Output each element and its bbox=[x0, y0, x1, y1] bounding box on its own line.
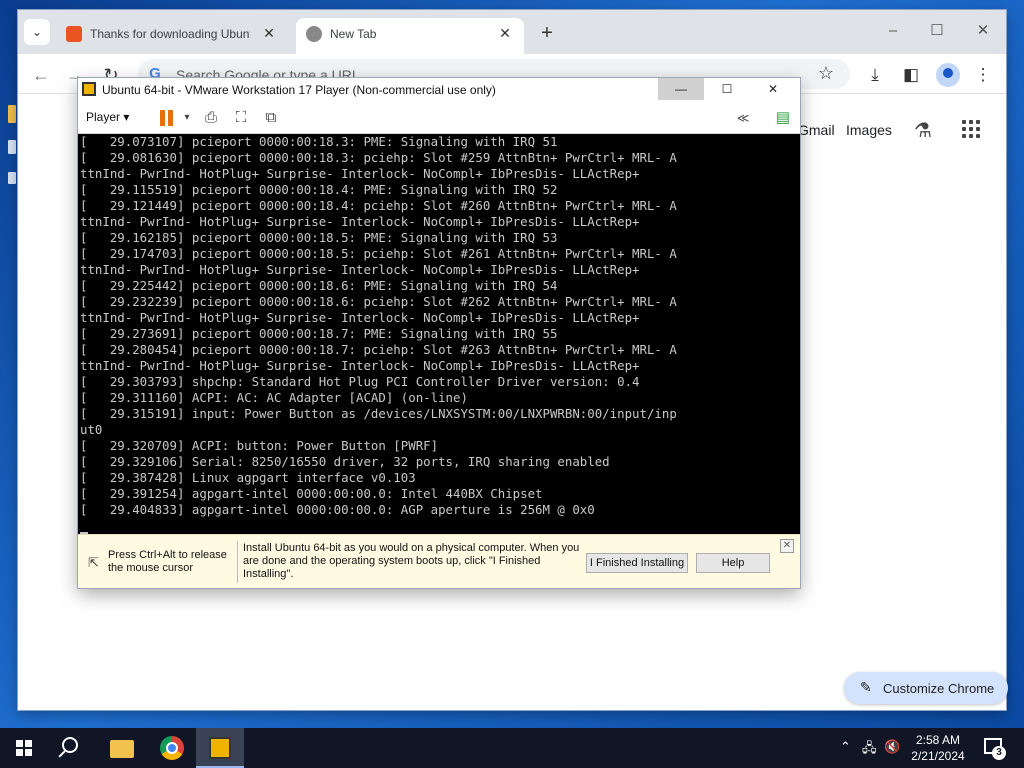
vmware-toolbar: Player ▾ ▾ ⎙ ⛶ ⧉ ≪ ▤ bbox=[78, 102, 800, 134]
ubuntu-favicon-icon bbox=[66, 26, 82, 42]
vm-maximize-icon[interactable]: ☐ bbox=[704, 78, 750, 100]
close-tab-icon[interactable]: ✕ bbox=[496, 24, 514, 42]
vmware-logo-icon bbox=[82, 82, 96, 96]
chrome-icon bbox=[160, 736, 184, 760]
close-hint-icon[interactable]: ✕ bbox=[780, 539, 794, 553]
hint-divider bbox=[237, 541, 238, 583]
maximize-icon[interactable]: ☐ bbox=[922, 18, 952, 44]
pause-icon[interactable] bbox=[156, 107, 178, 129]
clock-time: 2:58 AM bbox=[915, 733, 961, 747]
search-button[interactable] bbox=[48, 728, 96, 768]
notification-count-badge: 3 bbox=[992, 746, 1006, 760]
labs-flask-icon[interactable]: ⚗ bbox=[914, 118, 932, 143]
bookmark-star-icon[interactable]: ☆ bbox=[818, 63, 834, 84]
tab-new-tab[interactable]: New Tab ✕ bbox=[296, 18, 524, 54]
tab-search-button[interactable]: ⌄ bbox=[24, 19, 50, 45]
taskbar: ⌃ 🖧 🔇 2:58 AM 2/21/2024 3 bbox=[0, 728, 1024, 768]
install-instructions: Install Ubuntu 64-bit as you would on a … bbox=[243, 542, 580, 580]
google-apps-icon[interactable] bbox=[962, 120, 980, 138]
images-link[interactable]: Images bbox=[846, 122, 892, 138]
tab-title: Thanks for downloading Ubuntu bbox=[90, 27, 250, 41]
vm-minimize-icon[interactable]: — bbox=[658, 78, 704, 100]
vm-console[interactable]: [ 29.073107] pcieport 0000:00:18.3: PME:… bbox=[78, 134, 800, 534]
vmware-title-bar: Ubuntu 64-bit - VMware Workstation 17 Pl… bbox=[78, 78, 800, 102]
customize-chrome-button[interactable]: ✎ Customize Chrome bbox=[844, 672, 1008, 704]
release-mouse-hint: Press Ctrl+Alt to release the mouse curs… bbox=[108, 549, 227, 574]
folder-icon bbox=[110, 740, 134, 758]
desktop-icon[interactable] bbox=[8, 105, 16, 123]
side-panel-icon[interactable]: ◧ bbox=[898, 62, 924, 88]
tab-ubuntu-download[interactable]: Thanks for downloading Ubuntu ✕ bbox=[56, 18, 288, 54]
clock-date: 2/21/2024 bbox=[911, 749, 965, 763]
pause-dropdown-icon[interactable]: ▾ bbox=[176, 107, 198, 129]
collapse-toolbar-icon[interactable]: ≪ bbox=[732, 107, 754, 129]
send-ctrl-alt-del-icon[interactable]: ⎙ bbox=[200, 107, 222, 129]
search-icon bbox=[62, 737, 78, 753]
volume-muted-icon[interactable]: 🔇 bbox=[884, 739, 900, 755]
profile-avatar-icon[interactable] bbox=[936, 63, 960, 87]
customize-chrome-label: Customize Chrome bbox=[883, 681, 995, 696]
pencil-icon: ✎ bbox=[860, 679, 872, 695]
back-icon[interactable]: ← bbox=[28, 62, 54, 88]
vmware-window-title: Ubuntu 64-bit - VMware Workstation 17 Pl… bbox=[102, 83, 496, 97]
tray-chevron-icon[interactable]: ⌃ bbox=[840, 739, 851, 755]
network-icon[interactable]: 🖧 bbox=[862, 739, 877, 761]
start-button[interactable] bbox=[0, 728, 48, 768]
mouse-cursor-icon: ⇱ bbox=[88, 555, 99, 570]
taskbar-file-explorer[interactable] bbox=[98, 728, 146, 768]
minimize-icon[interactable]: – bbox=[878, 18, 908, 44]
system-clock[interactable]: 2:58 AM 2/21/2024 bbox=[900, 732, 976, 764]
new-tab-button[interactable]: + bbox=[534, 21, 560, 47]
close-window-icon[interactable]: ✕ bbox=[968, 18, 998, 44]
gmail-link[interactable]: Gmail bbox=[798, 122, 835, 138]
windows-logo-icon bbox=[16, 740, 32, 756]
player-menu[interactable]: Player ▾ bbox=[86, 110, 129, 124]
help-button[interactable]: Help bbox=[696, 553, 770, 573]
desktop-icon[interactable] bbox=[8, 140, 16, 154]
download-icon[interactable]: ⤓ bbox=[862, 62, 888, 88]
i-finished-installing-button[interactable]: I Finished Installing bbox=[586, 553, 688, 573]
desktop-icon[interactable] bbox=[8, 172, 16, 184]
taskbar-vmware[interactable] bbox=[196, 728, 244, 768]
install-hint-bar: ⇱ Press Ctrl+Alt to release the mouse cu… bbox=[78, 534, 800, 588]
fullscreen-icon[interactable]: ⛶ bbox=[230, 107, 252, 129]
console-output: [ 29.073107] pcieport 0000:00:18.3: PME:… bbox=[80, 134, 677, 517]
tab-strip: ⌄ Thanks for downloading Ubuntu ✕ New Ta… bbox=[18, 10, 1006, 54]
player-menu-label: Player bbox=[86, 110, 121, 124]
vmware-icon bbox=[209, 737, 231, 759]
close-tab-icon[interactable]: ✕ bbox=[260, 24, 278, 42]
tab-title: New Tab bbox=[330, 27, 377, 41]
vm-close-icon[interactable]: ✕ bbox=[750, 78, 796, 100]
notes-icon[interactable]: ▤ bbox=[772, 107, 794, 129]
taskbar-chrome[interactable] bbox=[148, 728, 196, 768]
menu-kebab-icon[interactable]: ⋮ bbox=[970, 62, 996, 88]
unity-icon[interactable]: ⧉ bbox=[260, 107, 282, 129]
vmware-player-window: Ubuntu 64-bit - VMware Workstation 17 Pl… bbox=[78, 78, 800, 588]
chrome-favicon-icon bbox=[306, 26, 322, 42]
